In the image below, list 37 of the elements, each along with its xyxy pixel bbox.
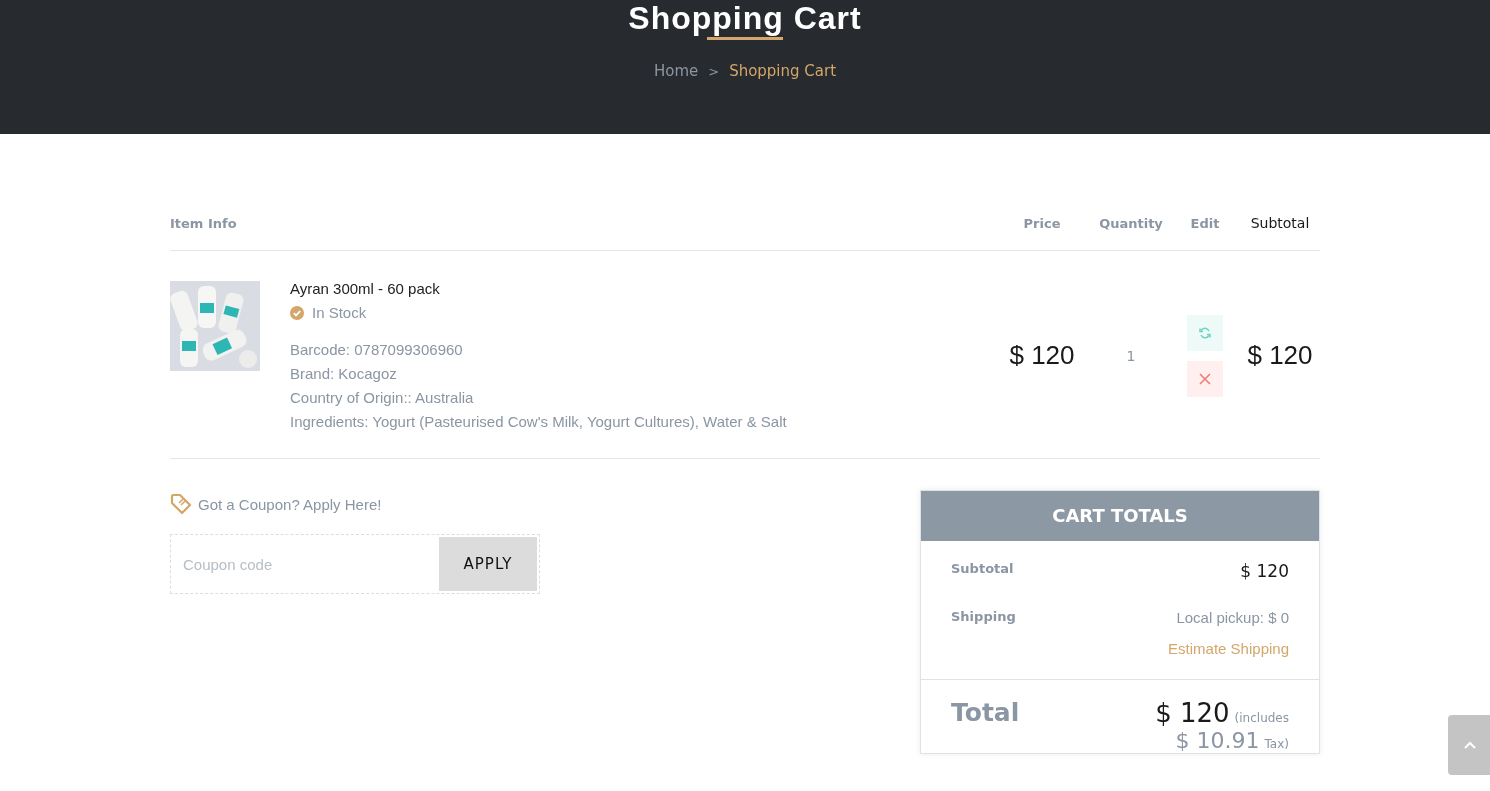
product-name[interactable]: Ayran 300ml - 60 pack — [290, 280, 787, 297]
page-title: Shopping Cart — [628, 0, 862, 36]
subtotal: $ 120 — [1246, 340, 1314, 371]
product-detail: Brand: Kocagoz — [290, 365, 398, 382]
tax-note: Tax) — [1264, 737, 1289, 751]
subtotal-label: Subtotal — [951, 561, 1014, 578]
breadcrumb-separator: > — [708, 63, 720, 79]
refresh-button[interactable] — [1187, 314, 1223, 351]
column-header: Price — [1022, 215, 1062, 231]
price: $ 120 — [1008, 340, 1076, 371]
tax-amount: $ 10.91 — [1175, 728, 1260, 753]
apply-button[interactable]: APPLY — [439, 537, 537, 591]
close-icon — [1198, 371, 1212, 386]
shipping-value: Local pickup: $ 0 — [1176, 609, 1289, 626]
total-label: Total — [951, 698, 1020, 729]
subtotal-value: $ 120 — [1240, 561, 1289, 581]
breadcrumb-link[interactable]: Shopping Cart — [729, 62, 837, 80]
product-detail: Country of Origin:: Australia — [290, 389, 475, 406]
quantity: 1 — [1125, 347, 1137, 364]
total-value: $ 120 — [1155, 698, 1230, 728]
product-detail: Ingredients: Yogurt (Pasteurised Cow's Milk, Yogurt Cultures), Water & Salt — [290, 413, 787, 430]
tag-icon — [170, 493, 192, 515]
column-header: Subtotal — [1249, 215, 1311, 231]
cart-totals-title: CART TOTALS — [921, 491, 1319, 541]
column-header: Quantity — [1098, 215, 1164, 231]
remove-button[interactable] — [1187, 360, 1223, 397]
scroll-to-top-button[interactable] — [1448, 715, 1490, 775]
product-detail: Barcode: 0787099306960 — [290, 341, 464, 358]
coupon-field[interactable]: Coupon code APPLY — [170, 534, 540, 594]
refresh-icon — [1198, 325, 1212, 340]
chevron-up-icon — [1463, 740, 1477, 750]
breadcrumb-link[interactable]: Home — [653, 62, 699, 80]
column-header: Item Info — [170, 215, 238, 231]
stock-status: In Stock — [312, 304, 367, 321]
shipping-label: Shipping — [951, 609, 1016, 626]
tax-note: (includes — [1234, 711, 1289, 725]
column-header: Edit — [1189, 215, 1221, 231]
